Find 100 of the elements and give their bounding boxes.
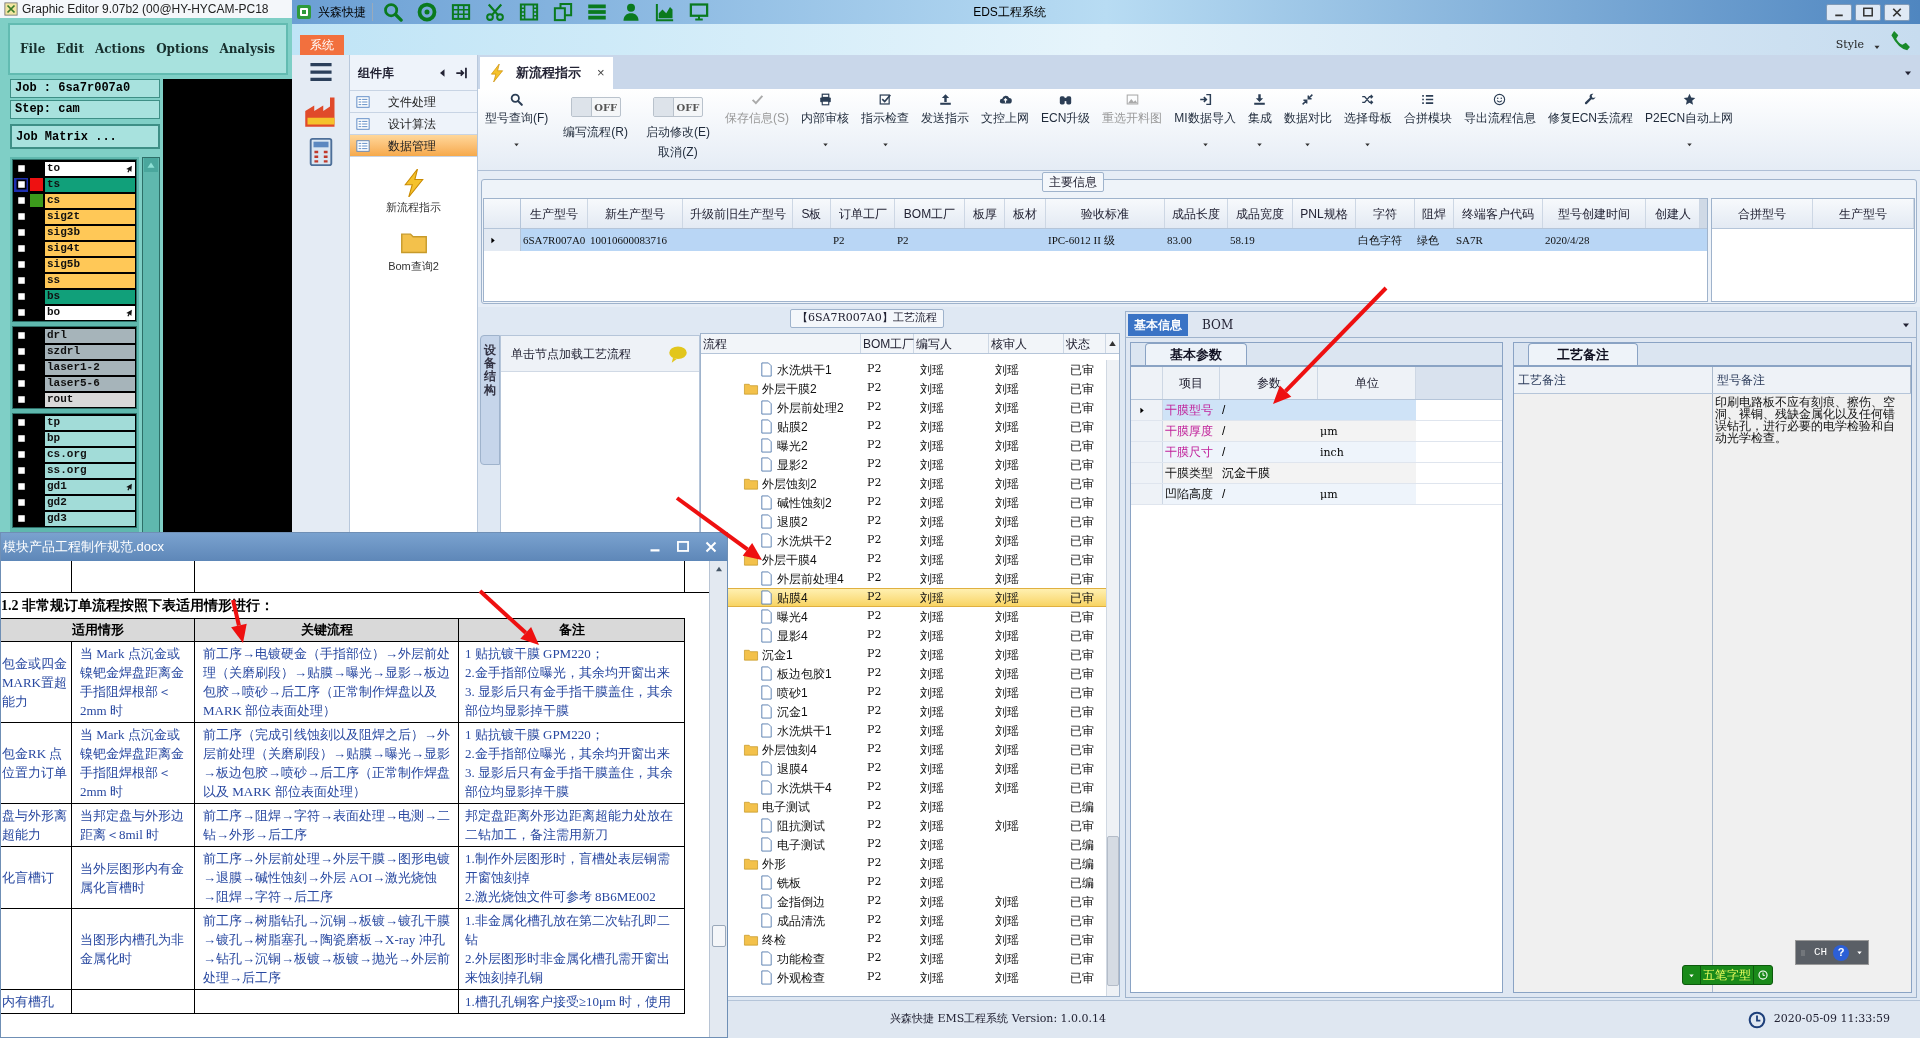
nav-item[interactable]: 设计算法 (350, 113, 477, 135)
column-header[interactable]: 合拼型号 (1712, 199, 1813, 228)
column-header[interactable]: 核审人 (989, 334, 1064, 353)
tree-row[interactable]: 显影2 P2 刘瑶 刘瑶 已审 (701, 455, 1106, 474)
rows-icon[interactable] (587, 2, 607, 22)
layer-toggle-icon[interactable] (15, 378, 27, 389)
toolbar-button[interactable]: 合拼模块 (1400, 89, 1455, 127)
tree-row[interactable]: 喷砂1 P2 刘瑶 刘瑶 已审 (701, 683, 1106, 702)
scrollbar-thumb[interactable] (1107, 836, 1119, 986)
toolbar-button[interactable]: 型号查询(F) (482, 89, 552, 149)
chart-icon[interactable] (655, 2, 675, 22)
panel-tab[interactable]: 工艺备注 (1528, 343, 1638, 365)
tool-button[interactable]: Bom查询2 (350, 227, 477, 274)
tree-row[interactable]: 外层蚀刻4 P2 刘瑶 刘瑶 已审 (701, 740, 1106, 759)
toolbar-button[interactable]: 集成 (1244, 89, 1275, 149)
job-matrix-button[interactable]: Job Matrix ... (10, 124, 160, 149)
layer-name[interactable]: to (45, 161, 135, 176)
tree-row[interactable]: 金指倒边 P2 刘瑶 刘瑶 已审 (701, 892, 1106, 911)
tree-row[interactable]: 外形 P2 刘瑶 已编 (701, 854, 1106, 873)
close-button[interactable] (1884, 3, 1910, 21)
column-header[interactable]: 成品长度 (1165, 199, 1228, 228)
tree-row[interactable]: 铣板 P2 刘瑶 已编 (701, 873, 1106, 892)
tab[interactable]: BOM (1196, 313, 1240, 336)
column-header[interactable]: 状态 (1064, 334, 1106, 353)
layer-toggle-icon[interactable] (15, 211, 27, 222)
column-header[interactable]: 新生产型号 (588, 199, 683, 228)
layer-name[interactable]: szdrl (45, 344, 135, 359)
column-header[interactable]: 板厚 (965, 199, 1005, 228)
layer-toggle-icon[interactable] (15, 465, 27, 476)
layer-toggle-icon[interactable] (15, 291, 27, 302)
tree-row[interactable]: 曝光4 P2 刘瑶 刘瑶 已审 (701, 607, 1106, 626)
layer-name[interactable]: drl (45, 328, 135, 343)
layer-toggle-icon[interactable] (15, 481, 27, 492)
layer-toggle-icon[interactable] (15, 275, 27, 286)
tree-row[interactable]: 板边包胶1 P2 刘瑶 刘瑶 已审 (701, 664, 1106, 683)
layer-name[interactable]: gd2 (45, 495, 135, 510)
panel-tab[interactable]: 基本参数 (1145, 343, 1247, 365)
layer-toggle-icon[interactable] (15, 433, 27, 444)
layer-toggle-icon[interactable] (15, 163, 27, 174)
maximize-button[interactable] (1855, 3, 1881, 21)
toolbar-button[interactable]: 发送指示 (918, 89, 972, 127)
toggle-switch[interactable]: OFF (653, 97, 703, 117)
column-header[interactable]: 流程 (701, 334, 861, 353)
menu-item[interactable]: Options (156, 40, 209, 58)
person-icon[interactable] (621, 2, 641, 22)
pin-icon[interactable] (455, 65, 469, 80)
column-header[interactable]: 阻焊 (1415, 199, 1454, 228)
tree-row[interactable]: 曝光2 P2 刘瑶 刘瑶 已审 (701, 436, 1106, 455)
column-header[interactable]: 字符 (1356, 199, 1415, 228)
column-header[interactable]: 工艺备注 (1514, 367, 1713, 393)
tree-row[interactable]: 外观检查 P2 刘瑶 刘瑶 已审 (701, 968, 1106, 987)
column-header[interactable]: 订单工厂 (831, 199, 895, 228)
tree-row[interactable]: 外层前处理4 P2 刘瑶 刘瑶 已审 (701, 569, 1106, 588)
layer-toggle-icon[interactable] (15, 227, 27, 238)
tab-close-button[interactable]: × (597, 63, 605, 83)
tree-row[interactable]: 沉金1 P2 刘瑶 刘瑶 已审 (701, 702, 1106, 721)
column-header[interactable]: 型号备注 (1712, 367, 1911, 393)
column-header[interactable]: 型号创建时间 (1543, 199, 1646, 228)
layer-name[interactable]: ss.org (45, 463, 135, 478)
layer-name[interactable]: sig4t (45, 241, 135, 256)
column-header[interactable]: 编写人 (914, 334, 989, 353)
layer-name[interactable]: ss (45, 273, 135, 288)
layer-name[interactable]: laser1-2 (45, 360, 135, 375)
toolbar-button[interactable]: 文控上网 (978, 89, 1032, 127)
menu-item[interactable]: Edit (56, 40, 84, 58)
layer-name[interactable]: laser5-6 (45, 376, 135, 391)
menu-item[interactable]: Analysis (219, 40, 275, 58)
toggle-switch[interactable]: OFF (570, 97, 621, 117)
layer-toggle-icon[interactable] (15, 362, 27, 373)
toolbar-button[interactable]: 修复ECN丢流程 (1544, 89, 1637, 127)
tree-row[interactable]: 显影4 P2 刘瑶 刘瑶 已审 (701, 626, 1106, 645)
column-header[interactable]: 项目 (1163, 367, 1220, 399)
layer-name[interactable]: gd3 (45, 511, 135, 526)
toolbar-button[interactable]: MI数据导入 (1171, 89, 1239, 149)
tree-row[interactable]: 电子测试 P2 刘瑶 已编 (701, 797, 1106, 816)
layer-name[interactable]: tp (45, 415, 135, 430)
layer-name[interactable]: sig5b (45, 257, 135, 272)
layer-toggle-icon[interactable] (15, 346, 27, 357)
tree-row[interactable]: 沉金1 P2 刘瑶 刘瑶 已审 (701, 645, 1106, 664)
layer-toggle-icon[interactable] (15, 179, 27, 190)
toolbar-button[interactable]: 指示检查 (858, 89, 912, 149)
column-header[interactable]: PNL规格 (1293, 199, 1356, 228)
toolbar-button[interactable]: 数据对比 (1280, 89, 1335, 149)
nav-item[interactable]: 数据管理 (350, 135, 477, 157)
phone-icon[interactable] (1890, 29, 1912, 51)
layer-name[interactable]: rout (45, 392, 135, 407)
layer-name[interactable]: gd1 (45, 479, 135, 494)
tree-row[interactable]: 水洗烘干1 P2 刘瑶 刘瑶 已审 (701, 360, 1106, 379)
layer-name[interactable]: cs (45, 193, 135, 208)
tool-button[interactable]: 新流程指示 (350, 169, 477, 216)
tree-row[interactable]: 退膜2 P2 刘瑶 刘瑶 已审 (701, 512, 1106, 531)
toolbar-button[interactable]: ECN升级 (1038, 89, 1094, 127)
menu-item[interactable]: Actions (94, 40, 146, 58)
column-header[interactable]: 升级前旧生产型号 (683, 199, 793, 228)
layer-name[interactable]: bs (45, 289, 135, 304)
layer-toggle-icon[interactable] (15, 417, 27, 428)
layer-toggle-icon[interactable] (15, 259, 27, 270)
column-header[interactable]: 成品宽度 (1228, 199, 1293, 228)
layer-toggle-icon[interactable] (15, 513, 27, 524)
column-header[interactable]: 生产型号 (521, 199, 588, 228)
